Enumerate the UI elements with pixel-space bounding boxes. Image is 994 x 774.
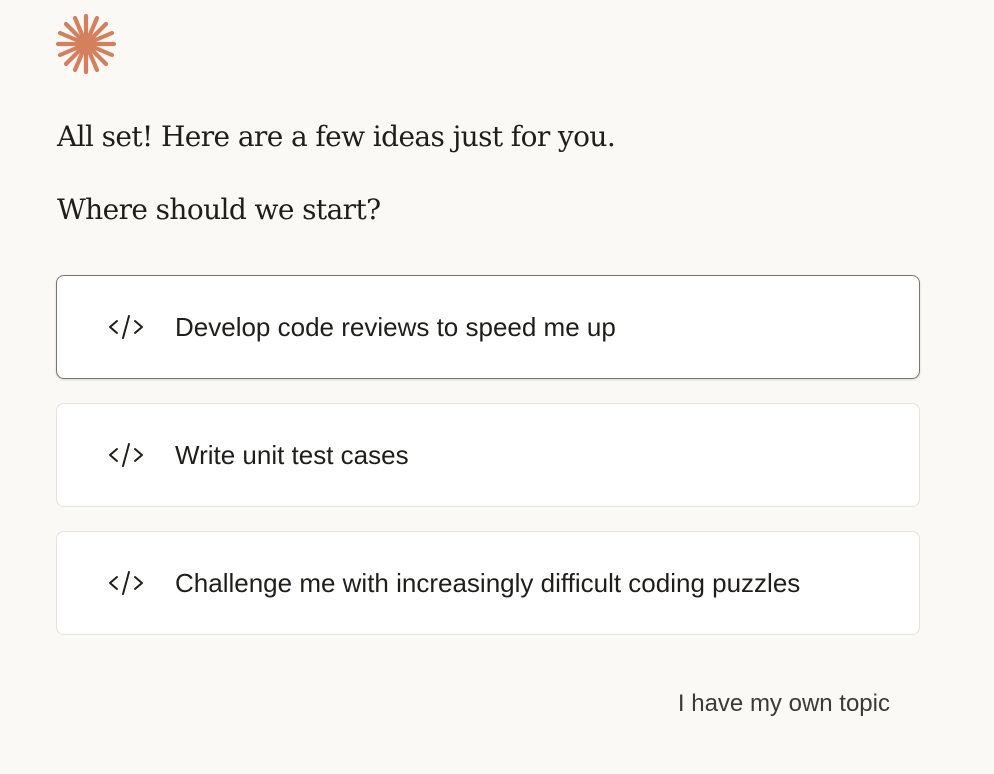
own-topic-link[interactable]: I have my own topic bbox=[678, 690, 890, 718]
code-brackets-icon bbox=[107, 442, 145, 468]
suggestion-list: Develop code reviews to speed me up Writ… bbox=[56, 275, 920, 659]
suggestion-code-reviews[interactable]: Develop code reviews to speed me up bbox=[56, 275, 920, 379]
code-brackets-icon bbox=[107, 314, 145, 340]
suggestion-label: Develop code reviews to speed me up bbox=[175, 311, 616, 342]
suggestion-label: Challenge me with increasingly difficult… bbox=[175, 567, 801, 598]
intro-heading: All set! Here are a few ideas just for y… bbox=[57, 120, 616, 153]
intro-question: Where should we start? bbox=[57, 193, 381, 226]
code-brackets-icon bbox=[107, 570, 145, 596]
suggestion-unit-tests[interactable]: Write unit test cases bbox=[56, 403, 920, 507]
suggestion-coding-puzzles[interactable]: Challenge me with increasingly difficult… bbox=[56, 531, 920, 635]
sparkle-logo-icon bbox=[55, 13, 117, 75]
suggestion-label: Write unit test cases bbox=[175, 439, 409, 470]
